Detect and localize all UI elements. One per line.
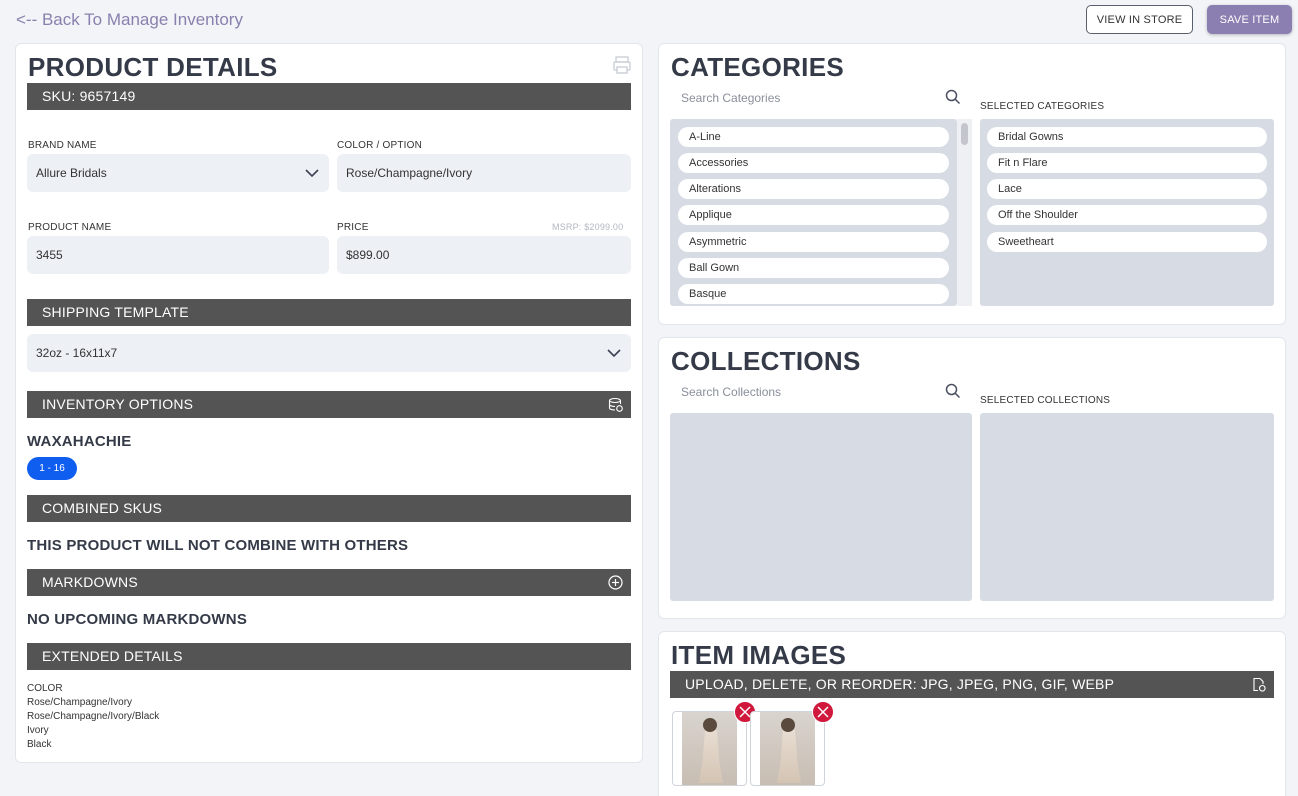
database-sync-icon[interactable] [608, 397, 623, 412]
categories-title: CATEGORIES [671, 52, 844, 82]
product-details-title: PRODUCT DETAILS [28, 52, 278, 82]
inventory-options-bar: INVENTORY OPTIONS [27, 391, 631, 418]
item-image-thumbnail[interactable] [672, 711, 747, 786]
inventory-options-label: INVENTORY OPTIONS [42, 396, 194, 412]
save-item-button[interactable]: SAVE ITEM [1207, 5, 1292, 34]
selected-category-item[interactable]: Sweetheart [987, 232, 1267, 252]
available-collections-list[interactable] [670, 413, 972, 601]
size-range-badge[interactable]: 1 - 16 [27, 457, 77, 480]
upload-bar: UPLOAD, DELETE, OR REORDER: JPG, JPEG, P… [670, 671, 1274, 698]
extended-details-line: Black [27, 739, 52, 750]
category-item[interactable]: Asymmetric [678, 232, 949, 252]
selected-category-item[interactable]: Lace [987, 179, 1267, 199]
chevron-down-icon [607, 349, 621, 358]
print-icon[interactable] [612, 55, 632, 75]
file-sync-icon[interactable] [1251, 677, 1266, 692]
item-image-thumbnail[interactable] [750, 711, 825, 786]
product-name-label: PRODUCT NAME [28, 222, 112, 233]
selected-category-item[interactable]: Bridal Gowns [987, 127, 1267, 147]
extended-details-line: Ivory [27, 725, 49, 736]
msrp-text: MSRP: $2099.00 [552, 222, 624, 232]
view-in-store-button[interactable]: VIEW IN STORE [1086, 5, 1193, 34]
search-icon[interactable] [945, 89, 961, 105]
plus-circle-icon[interactable] [608, 575, 623, 590]
item-images-title: ITEM IMAGES [671, 640, 847, 670]
selected-collections-list[interactable] [980, 413, 1274, 601]
selected-categories-list[interactable]: Bridal Gowns Fit n Flare Lace Off the Sh… [980, 119, 1274, 306]
upload-bar-label: UPLOAD, DELETE, OR REORDER: JPG, JPEG, P… [685, 676, 1115, 692]
category-search-input[interactable]: Search Categories [681, 91, 780, 105]
category-item[interactable]: Applique [678, 205, 949, 225]
shipping-template-value: 32oz - 16x11x7 [36, 346, 118, 360]
extended-details-line: Rose/Champagne/Ivory/Black [27, 711, 160, 722]
delete-image-button[interactable] [812, 701, 834, 723]
collection-search-input[interactable]: Search Collections [681, 385, 781, 399]
combined-skus-bar: COMBINED SKUS [27, 495, 631, 522]
brand-name-value: Allure Bridals [36, 166, 107, 180]
shipping-template-select[interactable]: 32oz - 16x11x7 [27, 334, 631, 372]
back-to-inventory-link[interactable]: <-- Back To Manage Inventory [16, 10, 243, 30]
scrollbar-thumb[interactable] [961, 123, 968, 145]
category-item[interactable]: Alterations [678, 179, 949, 199]
categories-scrollbar[interactable] [957, 119, 972, 306]
available-categories-list[interactable]: A-Line Accessories Alterations Applique … [670, 119, 957, 306]
combined-skus-text: THIS PRODUCT WILL NOT COMBINE WITH OTHER… [27, 537, 409, 554]
chevron-down-icon [305, 169, 319, 178]
selected-categories-label: SELECTED CATEGORIES [980, 101, 1105, 112]
product-name-input[interactable]: 3455 [27, 236, 329, 274]
color-option-label: COLOR / OPTION [337, 140, 423, 151]
price-label: PRICE [337, 222, 369, 233]
price-input[interactable]: $899.00 [337, 236, 631, 274]
selected-category-item[interactable]: Fit n Flare [987, 153, 1267, 173]
color-option-input[interactable]: Rose/Champagne/Ivory [337, 154, 631, 192]
sku-bar: SKU: 9657149 [27, 83, 631, 110]
extended-details-bar: EXTENDED DETAILS [27, 643, 631, 670]
item-image-photo [682, 712, 737, 785]
extended-details-line: Rose/Champagne/Ivory [27, 697, 133, 708]
collections-title: COLLECTIONS [671, 346, 861, 376]
category-item[interactable]: Ball Gown [678, 258, 949, 278]
brand-name-select[interactable]: Allure Bridals [27, 154, 329, 192]
category-item[interactable]: Basque [678, 284, 949, 304]
close-icon [817, 706, 829, 718]
brand-name-label: BRAND NAME [28, 140, 97, 151]
selected-category-item[interactable]: Off the Shoulder [987, 205, 1267, 225]
extended-details-heading: COLOR [27, 683, 63, 694]
category-item[interactable]: A-Line [678, 127, 949, 147]
shipping-template-bar: SHIPPING TEMPLATE [27, 299, 631, 326]
item-image-photo [760, 712, 815, 785]
markdowns-text: NO UPCOMING MARKDOWNS [27, 611, 248, 628]
selected-collections-label: SELECTED COLLECTIONS [980, 395, 1111, 406]
location-name: WAXAHACHIE [27, 433, 132, 450]
category-item[interactable]: Accessories [678, 153, 949, 173]
markdowns-label: MARKDOWNS [42, 574, 138, 590]
markdowns-bar: MARKDOWNS [27, 569, 631, 596]
search-icon[interactable] [945, 383, 961, 399]
extended-details-list: COLOR Rose/Champagne/Ivory Rose/Champagn… [27, 682, 159, 752]
